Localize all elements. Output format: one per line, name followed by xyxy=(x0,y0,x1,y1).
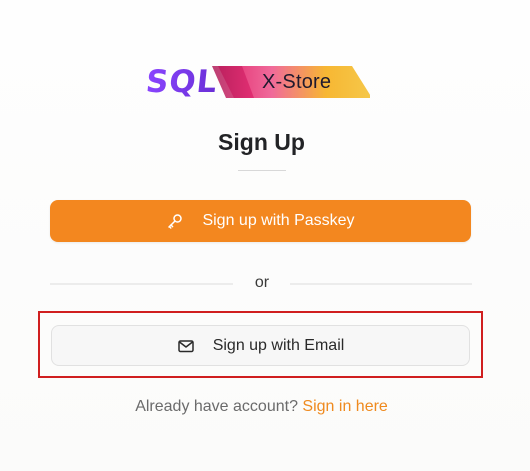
mail-icon xyxy=(177,337,195,355)
key-icon xyxy=(166,212,184,230)
divider-line-right xyxy=(290,283,472,285)
divider-text: or xyxy=(254,274,270,291)
page-title: Sign Up xyxy=(218,129,305,155)
footer-prompt: Already have account? xyxy=(135,398,298,415)
signup-passkey-label: Sign up with Passkey xyxy=(202,212,355,229)
signin-link[interactable]: Sign in here xyxy=(302,398,387,415)
signup-page: SQL X-Store Sign Up Sign up with Passkey… xyxy=(0,0,530,471)
logo: SQL X-Store xyxy=(144,64,376,100)
signup-email-label: Sign up with Email xyxy=(212,336,345,354)
title-underline xyxy=(238,170,286,171)
logo-xstore-text: X-Store xyxy=(262,71,332,93)
signup-email-button[interactable]: Sign up with Email xyxy=(51,325,470,366)
logo-sql-text: SQL xyxy=(144,64,220,100)
divider-line-left xyxy=(50,283,233,285)
signup-passkey-button[interactable]: Sign up with Passkey xyxy=(50,200,471,242)
footer-text: Already have account? Sign in here xyxy=(0,398,523,416)
